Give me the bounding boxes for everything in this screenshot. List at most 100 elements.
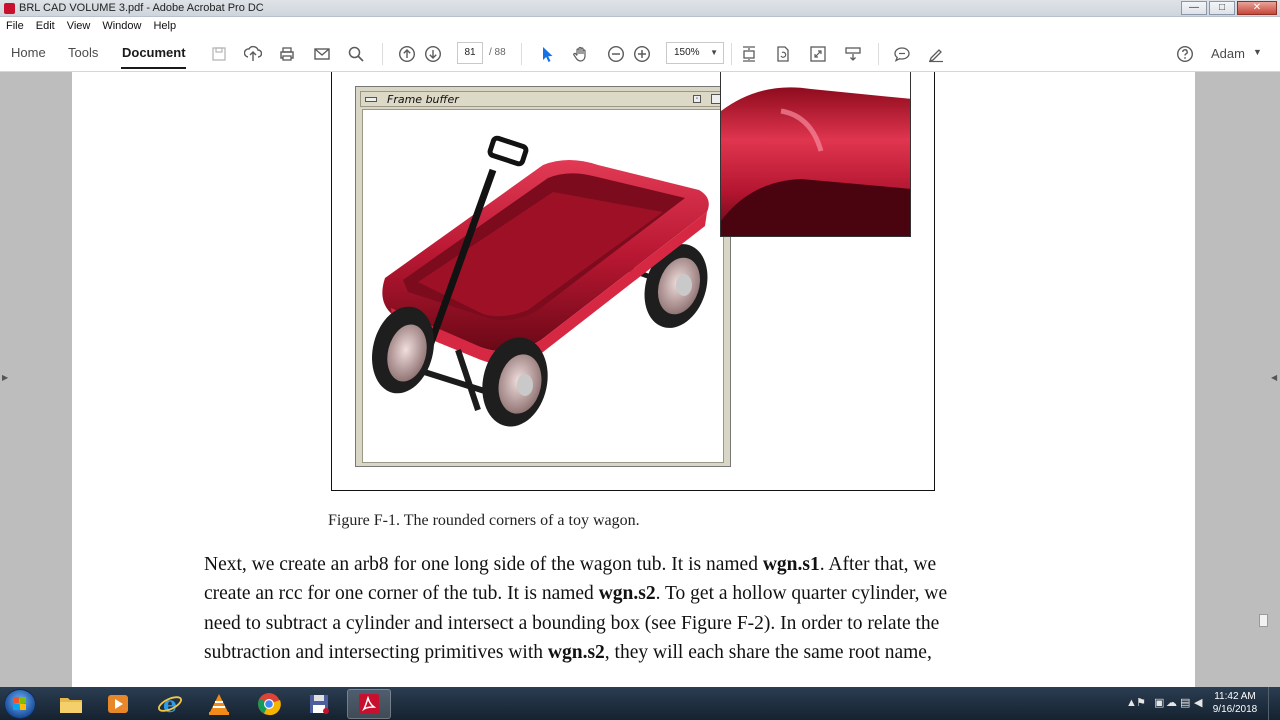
user-account-menu[interactable]: Adam: [1211, 46, 1245, 61]
upload-icon[interactable]: [243, 44, 263, 64]
taskbar-internet-explorer[interactable]: e: [148, 689, 192, 719]
system-clock[interactable]: 11:42 AM 9/16/2018: [1210, 690, 1260, 716]
svg-text:e: e: [163, 692, 177, 716]
floppy-disk-icon: [310, 695, 329, 714]
page-number-input[interactable]: 81: [457, 42, 483, 64]
bold-term: wgn.s2: [547, 641, 605, 663]
comment-icon[interactable]: [892, 44, 912, 64]
scroll-mode-icon[interactable]: [843, 44, 863, 64]
search-icon[interactable]: [346, 44, 366, 64]
bold-term: wgn.s1: [762, 554, 820, 575]
body-line: need to subtract a cylinder and intersec…: [204, 609, 1104, 638]
rotate-page-icon[interactable]: [773, 44, 793, 64]
show-desktop-button[interactable]: [1268, 687, 1280, 720]
acrobat-icon: [359, 694, 379, 714]
text-run: . To get a hollow quarter cylinder, we: [655, 583, 948, 605]
volume-icon[interactable]: ◀: [1194, 696, 1202, 709]
taskbar-chrome[interactable]: [247, 689, 291, 719]
body-paragraph: Next, we create an arb8 for one long sid…: [204, 550, 1104, 667]
window-menu-icon: [365, 97, 377, 102]
corner-zoom-image: [720, 72, 911, 237]
select-tool-icon[interactable]: [537, 44, 557, 64]
text-run: need to subtract a cylinder and intersec…: [204, 612, 940, 634]
right-panel-toggle-icon[interactable]: ◀: [1271, 373, 1277, 382]
wagon-render-image: [372, 135, 709, 427]
help-icon[interactable]: [1175, 44, 1195, 64]
menu-view[interactable]: View: [67, 20, 91, 32]
tab-document[interactable]: Document: [122, 45, 186, 60]
title-bar: BRL CAD VOLUME 3.pdf - Adobe Acrobat Pro…: [0, 0, 1280, 17]
frame-buffer-title: Frame buffer: [387, 93, 459, 106]
menu-window[interactable]: Window: [102, 20, 141, 32]
window-controls: — □ ✕: [1181, 1, 1277, 15]
frame-buffer-title-bar: Frame buffer ▫: [360, 91, 726, 107]
menu-help[interactable]: Help: [153, 20, 176, 32]
text-run: subtraction and intersecting primitives …: [204, 641, 548, 663]
window-title: BRL CAD VOLUME 3.pdf - Adobe Acrobat Pro…: [19, 2, 264, 14]
start-button[interactable]: [4, 689, 36, 719]
network-icon[interactable]: ▣: [1154, 696, 1164, 709]
body-line: create an rcc for one corner of the tub.…: [204, 579, 1104, 608]
taskbar-save-app[interactable]: [297, 689, 341, 719]
vlc-cone-icon: [209, 694, 229, 715]
clock-time: 11:42 AM: [1214, 691, 1256, 702]
maximize-button[interactable]: □: [1209, 1, 1235, 15]
text-run: Next, we create an arb8 for one long sid…: [204, 554, 763, 575]
minimize-icon: ▫: [693, 95, 701, 103]
print-icon[interactable]: [277, 44, 297, 64]
tab-home[interactable]: Home: [11, 45, 46, 60]
toolbar-divider: [731, 43, 732, 65]
full-screen-icon[interactable]: [808, 44, 828, 64]
taskbar-vlc[interactable]: [197, 689, 241, 719]
figure-caption: Figure F-1. The rounded corners of a toy…: [328, 512, 640, 529]
zoom-select[interactable]: 150% ▼: [666, 42, 724, 64]
folder-icon: [60, 698, 82, 713]
toolbar-divider: [878, 43, 879, 65]
acrobat-icon: [4, 2, 15, 14]
toolbar-divider: [382, 43, 383, 65]
chevron-down-icon: ▼: [1253, 47, 1262, 57]
frame-buffer-window: Frame buffer ▫: [355, 86, 731, 467]
taskbar-file-explorer[interactable]: [49, 689, 93, 719]
vertical-scrollbar[interactable]: [1258, 72, 1270, 687]
hand-tool-icon[interactable]: [571, 44, 591, 64]
chrome-icon: [258, 693, 281, 716]
pdf-page: Frame buffer ▫ Figure F-1. The rounded c…: [72, 72, 1195, 687]
body-line: subtraction and intersecting primitives …: [204, 638, 1104, 667]
menu-bar: File Edit View Window Help: [0, 17, 1280, 35]
page-fit-icon[interactable]: [739, 44, 759, 64]
frame-buffer-canvas: [362, 109, 724, 463]
tab-tools[interactable]: Tools: [68, 45, 98, 60]
cloud-sync-icon[interactable]: ☁: [1166, 696, 1177, 709]
rounded-corner-render: [721, 87, 910, 236]
menu-edit[interactable]: Edit: [36, 20, 55, 32]
monitor-icon[interactable]: ▤: [1180, 696, 1190, 709]
previous-page-icon[interactable]: [397, 44, 417, 64]
zoom-in-icon[interactable]: [632, 44, 652, 64]
scrollbar-thumb[interactable]: [1259, 614, 1268, 627]
action-center-flag-icon[interactable]: ⚑: [1136, 696, 1146, 709]
left-panel-toggle-icon[interactable]: ▶: [2, 373, 8, 382]
page-total: / 88: [489, 47, 506, 58]
minimize-button[interactable]: —: [1181, 1, 1207, 15]
internet-explorer-icon: e: [158, 692, 182, 716]
text-run: . After that, we: [819, 554, 937, 575]
clock-date: 9/16/2018: [1212, 704, 1258, 715]
email-icon[interactable]: [312, 44, 332, 64]
menu-file[interactable]: File: [6, 20, 24, 32]
chevron-down-icon: ▼: [710, 48, 718, 57]
pen-icon[interactable]: [926, 44, 946, 64]
taskbar-media-player[interactable]: [96, 689, 140, 719]
body-line: Next, we create an arb8 for one long sid…: [204, 550, 1104, 579]
windows-logo-icon: [13, 697, 26, 710]
text-run: create an rcc for one corner of the tub.…: [204, 583, 599, 605]
zoom-out-icon[interactable]: [606, 44, 626, 64]
close-button[interactable]: ✕: [1237, 1, 1277, 15]
next-page-icon[interactable]: [423, 44, 443, 64]
text-run: , they will each share the same root nam…: [604, 641, 932, 663]
save-icon[interactable]: [209, 44, 229, 64]
toolbar-divider: [521, 43, 522, 65]
media-player-icon: [108, 695, 128, 713]
taskbar: e ▲ ⚑ ▣ ☁ ▤ ◀ 11:42 AM 9/16/2018: [0, 687, 1280, 720]
taskbar-adobe-acrobat[interactable]: [347, 689, 391, 719]
